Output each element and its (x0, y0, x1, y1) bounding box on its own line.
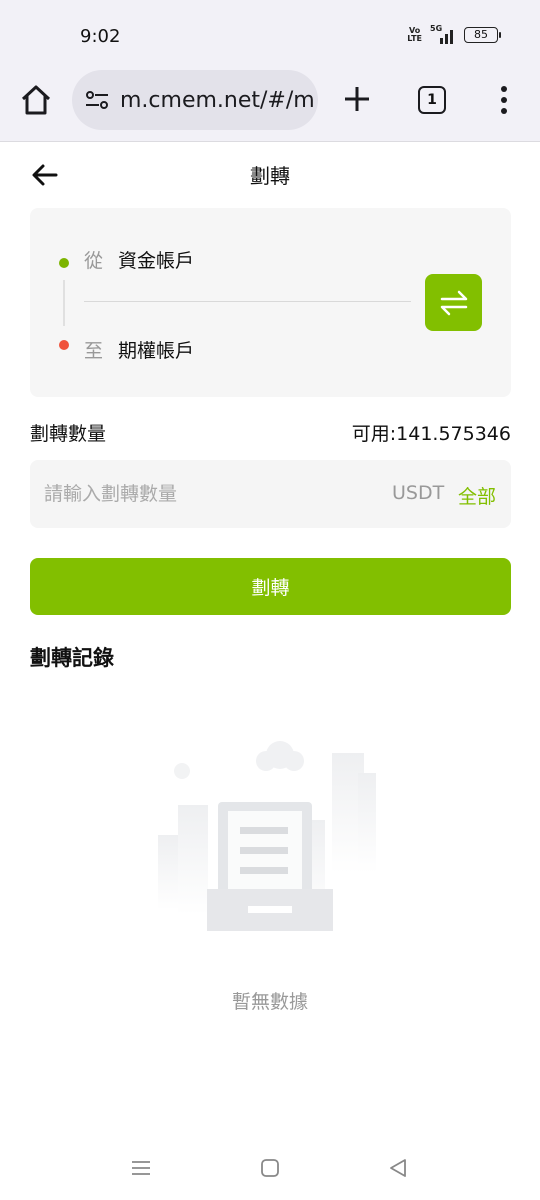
to-label: 至 (84, 340, 104, 362)
divider (84, 301, 411, 302)
account-card: 從 資金帳戶 至 期權帳戶 (30, 208, 511, 397)
empty-state-text: 暫無數據 (231, 991, 308, 1013)
records-title: 劃轉記錄 (30, 646, 114, 670)
all-button[interactable]: 全部 (458, 482, 496, 509)
amount-field: USDT 全部 (30, 460, 511, 528)
amount-title: 劃轉數量 (30, 423, 107, 445)
status-bar: 9:02 Vo LTE 5G 85 (0, 0, 540, 66)
home-square-icon[interactable] (258, 1156, 282, 1180)
to-dot (59, 340, 69, 350)
page-title: 劃轉 (250, 164, 290, 188)
more-vert-icon[interactable] (494, 84, 514, 116)
recents-icon[interactable] (129, 1156, 153, 1180)
back-triangle-icon[interactable] (386, 1156, 410, 1180)
status-time: 9:02 (80, 26, 121, 47)
unit-label: USDT (392, 482, 445, 504)
signal-icon: 5G (430, 24, 456, 44)
battery-icon: 85 (464, 27, 501, 43)
to-account[interactable]: 期權帳戶 (118, 336, 194, 363)
plus-icon[interactable] (340, 82, 374, 116)
url-bar[interactable]: m.cmem.net/#/m (72, 70, 318, 130)
home-icon[interactable] (18, 82, 54, 118)
from-account[interactable]: 資金帳戶 (118, 246, 194, 273)
system-icons: Vo LTE 5G 85 (407, 24, 501, 44)
system-nav-bar (0, 1140, 540, 1200)
connector-line (63, 280, 65, 326)
volte-icon: Vo LTE (407, 26, 422, 43)
swap-arrows-icon (440, 290, 467, 315)
from-label: 從 (84, 250, 104, 272)
available-balance: 可用:141.575346 (351, 423, 511, 445)
tabs-icon[interactable]: 1 (418, 86, 446, 114)
amount-input[interactable] (44, 460, 374, 528)
empty-state-illustration (158, 741, 376, 931)
transfer-button[interactable]: 劃轉 (30, 558, 511, 615)
url-text[interactable]: m.cmem.net/#/m (120, 88, 315, 113)
from-dot (59, 258, 69, 268)
browser-toolbar: m.cmem.net/#/m 1 (0, 66, 540, 142)
tune-icon[interactable] (84, 87, 110, 113)
swap-button[interactable] (425, 274, 482, 331)
